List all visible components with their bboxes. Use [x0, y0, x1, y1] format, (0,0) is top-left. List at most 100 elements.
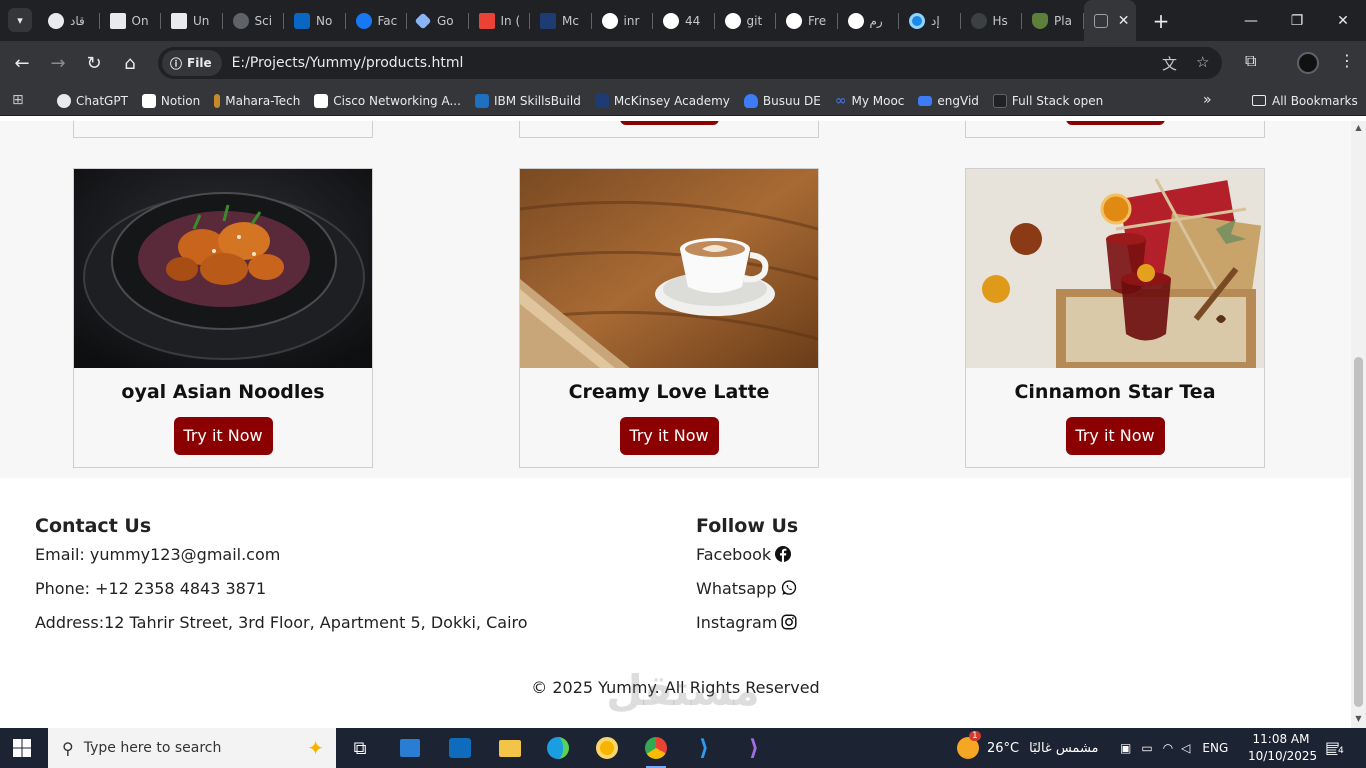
page-scrollbar[interactable]: ▲ ▼	[1351, 121, 1366, 728]
tab[interactable]: In (	[469, 0, 531, 41]
try-now-button-partial[interactable]	[620, 121, 719, 125]
tab[interactable]: Fre	[776, 0, 838, 41]
bookmarks-bar: ⊞ ChatGPT Notion Mahara-Tech Cisco Netwo…	[0, 85, 1366, 116]
tab[interactable]: On	[100, 0, 162, 41]
bookmark-item[interactable]: ∞ My Mooc	[835, 93, 905, 109]
bookmark-item[interactable]: IBM SkillsBuild	[474, 93, 581, 108]
tab[interactable]: قاد	[38, 0, 100, 41]
tab[interactable]: No	[284, 0, 346, 41]
bookmark-item[interactable]: Busuu DE	[743, 93, 821, 108]
meet-now-icon[interactable]: ▣	[1120, 741, 1131, 755]
new-tab-button[interactable]: +	[1150, 9, 1172, 33]
menu-kebab-icon[interactable]: ⋮	[1339, 51, 1355, 70]
contact-heading: Contact Us	[35, 515, 152, 537]
tab-label: 44	[685, 13, 701, 28]
tab[interactable]: Sci	[223, 0, 285, 41]
bookmark-item[interactable]: McKinsey Academy	[594, 93, 730, 108]
file-explorer-icon[interactable]	[496, 734, 524, 762]
language-indicator[interactable]: ENG	[1202, 741, 1228, 755]
tab[interactable]: رم	[838, 0, 900, 41]
tab[interactable]: Hs	[961, 0, 1023, 41]
facebook-link[interactable]: Facebook	[696, 545, 798, 579]
bookmark-item[interactable]: Full Stack open	[992, 93, 1103, 108]
vscode-icon[interactable]: ⟩	[690, 734, 718, 762]
tab[interactable]: Pla	[1022, 0, 1084, 41]
weather-widget[interactable]: 1 26°C مشمس غالبًا	[957, 728, 1099, 768]
site-info-chip[interactable]: ⓘ File	[162, 50, 222, 76]
tab[interactable]: Un	[161, 0, 223, 41]
all-bookmarks-button[interactable]: All Bookmarks	[1252, 85, 1358, 116]
try-now-button[interactable]: Try it Now	[1065, 417, 1165, 455]
tab[interactable]: inr	[592, 0, 654, 41]
forward-button[interactable]: →	[46, 51, 70, 75]
visual-studio-icon[interactable]: ⟩	[740, 734, 768, 762]
bookmark-item[interactable]: Notion	[141, 93, 200, 108]
contact-email: Email: yummy123@gmail.com	[35, 545, 281, 564]
instagram-link[interactable]: Instagram	[696, 613, 798, 647]
edge-icon[interactable]	[544, 734, 572, 762]
reload-button[interactable]: ↻	[82, 51, 106, 75]
scroll-down-arrow-icon[interactable]: ▼	[1354, 714, 1363, 724]
maximize-button[interactable]: ❐	[1274, 0, 1320, 41]
all-bookmarks-label: All Bookmarks	[1272, 93, 1358, 108]
tab-label: Fac	[377, 13, 398, 28]
tab-label: Go	[437, 13, 454, 28]
mckinsey-icon	[540, 12, 556, 29]
translate-icon[interactable]: 文	[1162, 53, 1177, 74]
bookmark-label: engVid	[937, 93, 979, 108]
profile-avatar[interactable]	[1297, 52, 1319, 74]
bookmark-star-icon[interactable]: ☆	[1196, 53, 1209, 71]
tab[interactable]: Go	[407, 0, 469, 41]
tab-active[interactable]: ✕	[1083, 0, 1136, 41]
task-view-icon[interactable]: ⧉	[346, 734, 374, 762]
bookmark-item[interactable]: Cisco Networking A...	[314, 93, 461, 108]
scroll-up-arrow-icon[interactable]: ▲	[1354, 123, 1363, 133]
product-card: Cinnamon Star Tea Try it Now	[965, 168, 1265, 468]
battery-icon[interactable]: ▭	[1141, 741, 1152, 755]
microsoft-store-icon[interactable]	[396, 734, 424, 762]
outlook-icon[interactable]	[446, 734, 474, 762]
address-bar[interactable]: ⓘ File E:/Projects/Yummy/products.html 文…	[158, 47, 1222, 79]
tab-label: In (	[500, 13, 521, 28]
taskbar-clock[interactable]: 11:08 AM 10/10/2025	[1248, 731, 1317, 765]
tab-label: Pla	[1054, 13, 1072, 28]
bookmark-item[interactable]: ChatGPT	[57, 93, 128, 108]
try-now-button[interactable]: Try it Now	[619, 417, 719, 455]
whatsapp-link[interactable]: Whatsapp	[696, 579, 798, 613]
try-now-button-partial[interactable]	[1066, 121, 1165, 125]
home-button[interactable]: ⌂	[118, 51, 142, 75]
chrome-canary-icon[interactable]	[593, 734, 621, 762]
apps-grid-icon[interactable]: ⊞	[12, 92, 24, 108]
tab[interactable]: 44	[653, 0, 715, 41]
google-icon	[724, 12, 741, 29]
tab[interactable]: Fac	[346, 0, 408, 41]
try-now-button[interactable]: Try it Now	[173, 417, 273, 455]
volume-icon[interactable]: ◁	[1181, 741, 1190, 755]
close-tab-icon[interactable]: ✕	[1118, 13, 1130, 29]
more-bookmarks-chevron-icon[interactable]: »	[1203, 92, 1212, 108]
taskbar-search[interactable]: ⚲ Type here to search ✦	[48, 728, 336, 768]
tab-search-button[interactable]: ▾	[8, 8, 32, 32]
whatsapp-link-label: Whatsapp	[696, 579, 777, 598]
notification-center-icon[interactable]: ▤ 4	[1325, 738, 1346, 758]
tab[interactable]: إد	[899, 0, 961, 41]
extensions-icon[interactable]: ⧉	[1245, 51, 1256, 71]
bookmark-item[interactable]: Mahara-Tech	[214, 93, 301, 108]
tab[interactable]: git	[715, 0, 777, 41]
url-text[interactable]: E:/Projects/Yummy/products.html	[232, 55, 464, 71]
watermark-logo: مستقل	[606, 666, 760, 715]
windows-start-icon[interactable]	[13, 739, 31, 757]
google-icon	[601, 12, 618, 29]
wifi-icon[interactable]: ◠	[1163, 741, 1173, 755]
chrome-icon[interactable]	[642, 734, 670, 768]
bookmark-item[interactable]: engVid	[918, 94, 979, 108]
back-button[interactable]: ←	[10, 51, 34, 75]
tab[interactable]: Mc	[530, 0, 592, 41]
close-window-button[interactable]: ✕	[1320, 0, 1366, 41]
bookmark-label: Mahara-Tech	[225, 93, 301, 108]
scroll-thumb[interactable]	[1354, 357, 1363, 707]
tab-label: inr	[623, 13, 640, 28]
minimize-button[interactable]: —	[1228, 0, 1274, 41]
bookmark-label: Busuu DE	[762, 93, 821, 108]
asian-noodles-image	[74, 169, 372, 368]
